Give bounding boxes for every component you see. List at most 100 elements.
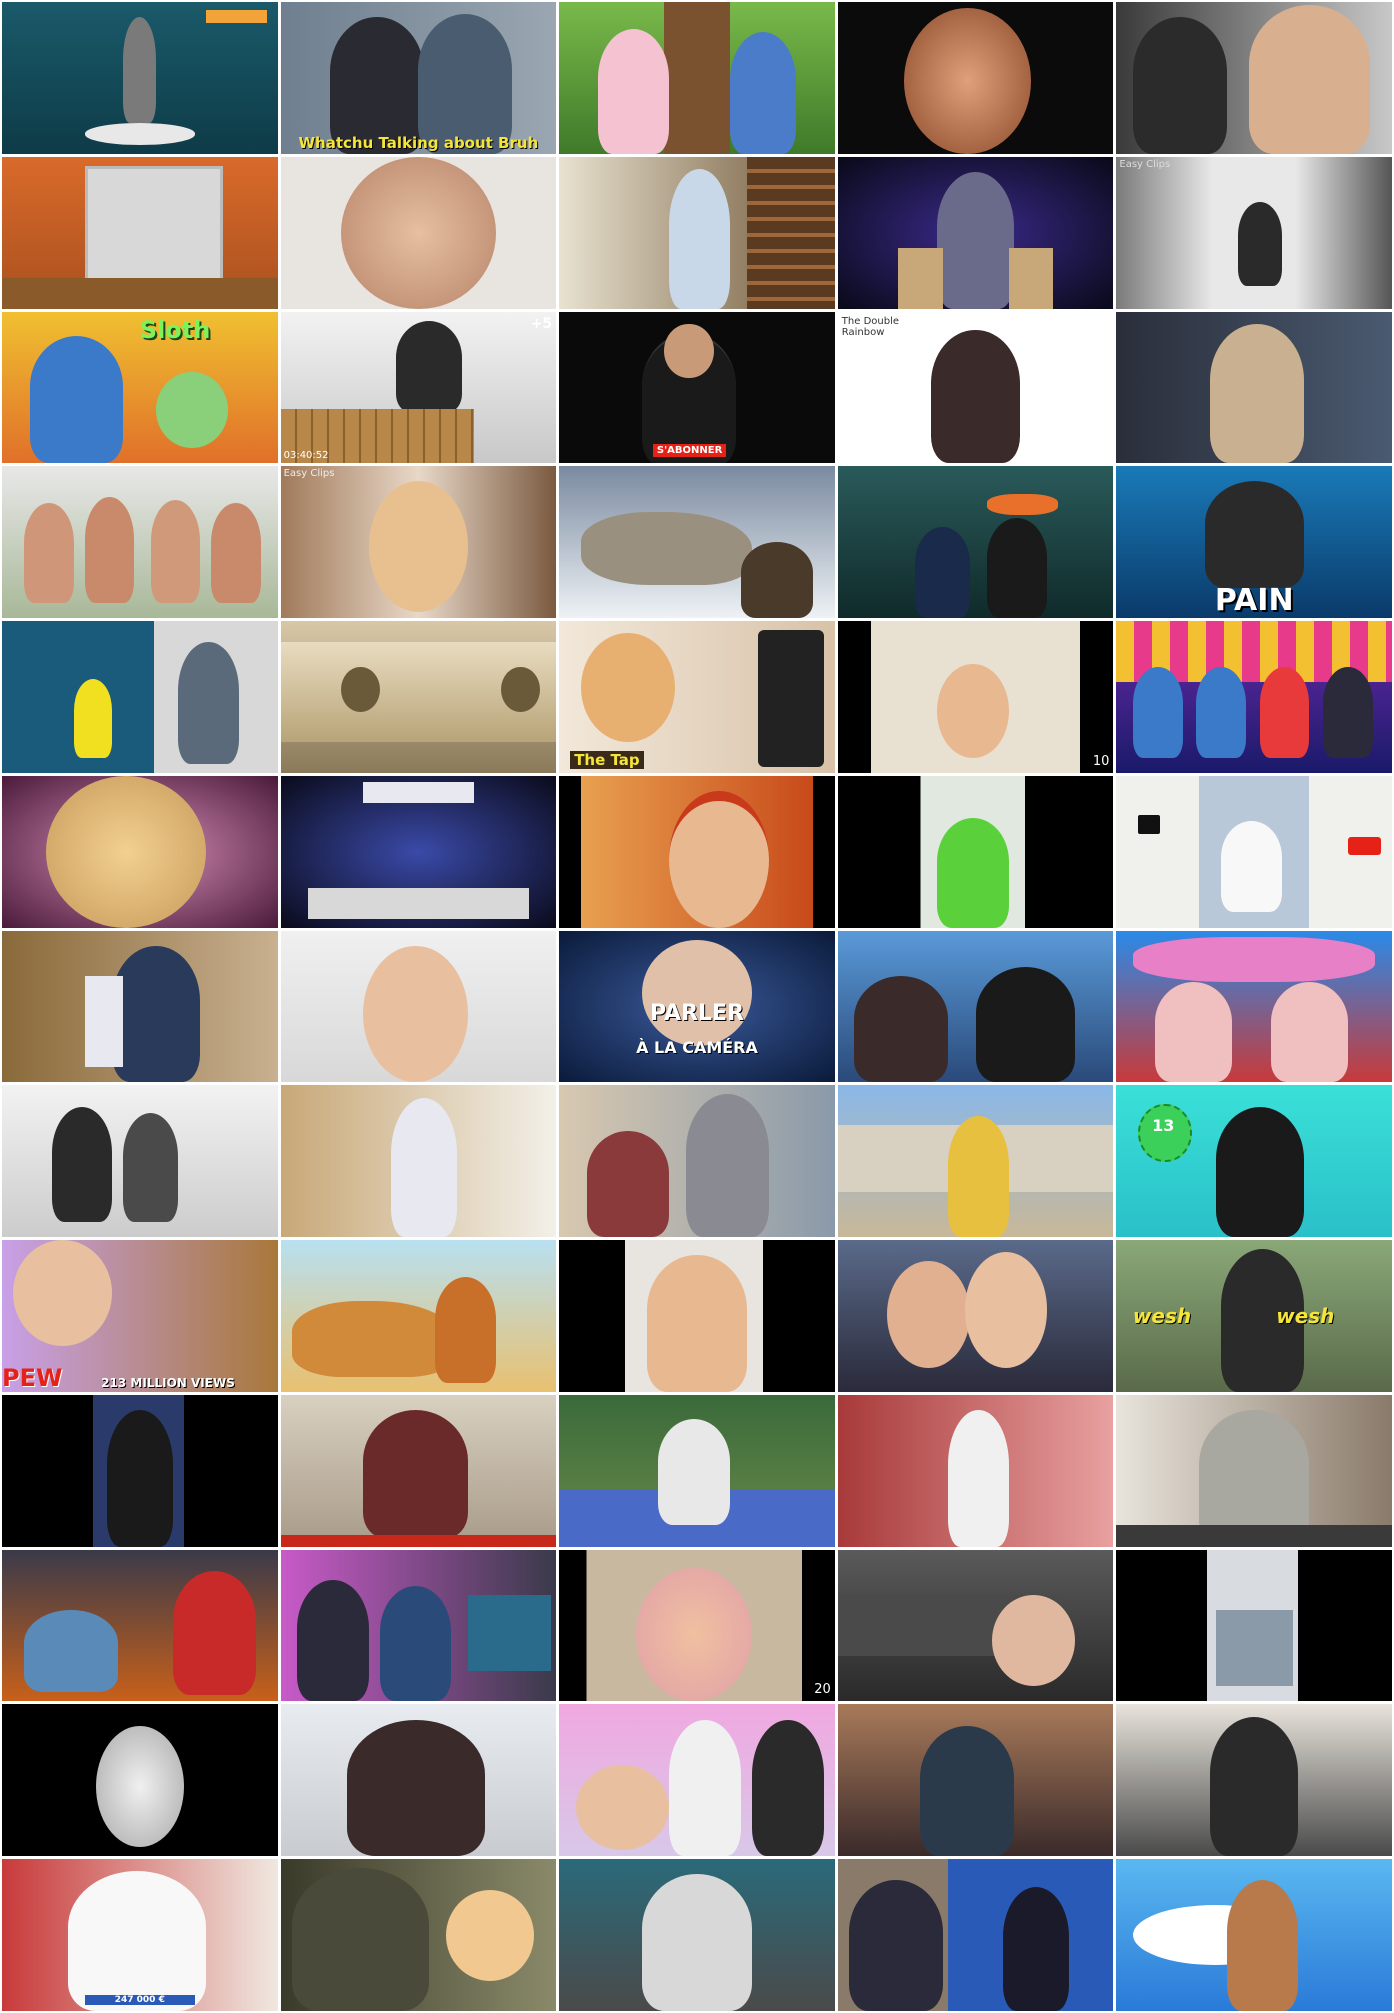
thumbnail-46[interactable] xyxy=(2,1394,278,1547)
person-figure xyxy=(211,502,262,603)
thumbnail-16[interactable] xyxy=(2,466,278,619)
thumbnail-40[interactable]: 13 xyxy=(1116,1085,1392,1238)
thumbnail-20[interactable]: PAIN xyxy=(1116,466,1392,619)
person-figure xyxy=(84,496,135,603)
thumbnail-10[interactable]: Easy Clips xyxy=(1116,156,1392,309)
thumbnail-25[interactable] xyxy=(1116,621,1392,773)
thumbnail-11[interactable]: Sloth xyxy=(2,311,278,464)
person-figure xyxy=(914,527,971,619)
thumbnail-48[interactable] xyxy=(559,1394,835,1547)
person-figure xyxy=(1210,1716,1299,1857)
person-figure xyxy=(1270,982,1348,1083)
thumbnail-62[interactable] xyxy=(280,1859,557,2011)
thumbnail-30[interactable] xyxy=(1116,775,1392,928)
thumbnail-53[interactable]: 20 xyxy=(559,1549,835,1702)
thumbnail-42[interactable] xyxy=(280,1240,557,1392)
video-thumbnail-grid: Whatchu Talking about Bruh Easy Clips Sl… xyxy=(0,0,1394,2013)
thumbnail-39[interactable] xyxy=(837,1085,1114,1238)
book-stack xyxy=(1008,247,1053,309)
thumbnail-14[interactable]: The Double Rainbow xyxy=(837,311,1114,464)
thumbnail-50[interactable] xyxy=(1116,1394,1392,1547)
thumbnail-33[interactable]: PARLER À LA CAMÉRA xyxy=(559,930,835,1083)
thumbnail-51[interactable] xyxy=(2,1549,278,1702)
thumbnail-19[interactable] xyxy=(837,466,1114,619)
person-figure xyxy=(658,1419,731,1526)
thumbnail-15[interactable] xyxy=(1116,311,1392,464)
thumbnail-6[interactable] xyxy=(2,156,278,309)
tiktok-icon xyxy=(1138,815,1161,834)
thumbnail-7[interactable] xyxy=(280,156,557,309)
thumbnail-47[interactable] xyxy=(280,1394,557,1547)
person-figure xyxy=(1248,5,1370,154)
thumbnail-58[interactable] xyxy=(559,1704,835,1857)
cartoon-figure xyxy=(597,29,670,154)
thumbnail-65[interactable] xyxy=(1116,1859,1392,2011)
thumbnail-26[interactable] xyxy=(2,775,278,928)
caption-text: PEW xyxy=(2,1363,63,1392)
thumbnail-13[interactable]: S'ABONNER xyxy=(559,311,835,464)
thumbnail-37[interactable] xyxy=(280,1085,557,1238)
game-character xyxy=(24,1610,118,1693)
thumbnail-1[interactable] xyxy=(2,2,278,154)
thumbnail-12[interactable]: +5 03:40:52 xyxy=(280,311,557,464)
knob xyxy=(501,666,540,713)
thumbnail-9[interactable] xyxy=(837,156,1114,309)
thumbnail-36[interactable] xyxy=(2,1085,278,1238)
face xyxy=(341,156,496,309)
thumbnail-41[interactable]: PEW 213 MILLION VIEWS xyxy=(2,1240,278,1392)
logo-badge xyxy=(205,9,267,24)
thumbnail-5[interactable] xyxy=(1116,2,1392,154)
watermark-text: Easy Clips xyxy=(1119,158,1171,170)
thumbnail-43[interactable] xyxy=(559,1240,835,1392)
thumbnail-56[interactable] xyxy=(2,1704,278,1857)
counter-text: +5 xyxy=(530,315,553,332)
thumbnail-27[interactable] xyxy=(280,775,557,928)
person-figure xyxy=(29,335,124,464)
caption-line-2: À LA CAMÉRA xyxy=(636,1037,758,1057)
thumbnail-34[interactable] xyxy=(837,930,1114,1083)
thumbnail-29[interactable] xyxy=(837,775,1114,928)
counter-text: 20 xyxy=(814,1682,831,1698)
thumbnail-64[interactable] xyxy=(837,1859,1114,2011)
thumbnail-4[interactable] xyxy=(837,2,1114,154)
floor xyxy=(2,278,278,309)
thumbnail-59[interactable] xyxy=(837,1704,1114,1857)
cartoon-figure xyxy=(434,1276,496,1383)
counter-text: 10 xyxy=(1092,753,1110,769)
thumbnail-61[interactable]: 247 000 € xyxy=(2,1859,278,2011)
thumbnail-28[interactable] xyxy=(559,775,835,928)
wolf xyxy=(581,511,753,585)
person-figure xyxy=(986,517,1048,619)
thumbnail-32[interactable] xyxy=(280,930,557,1083)
knob xyxy=(341,666,380,713)
person-figure xyxy=(948,1115,1009,1238)
thumbnail-22[interactable] xyxy=(280,621,557,773)
thumbnail-3[interactable] xyxy=(559,2,835,154)
thumbnail-24[interactable]: 10 xyxy=(837,621,1114,773)
person-figure xyxy=(123,17,157,124)
thumbnail-52[interactable] xyxy=(280,1549,557,1702)
thumbnail-63[interactable] xyxy=(559,1859,835,2011)
person-figure xyxy=(106,1410,173,1547)
thumbnail-44[interactable] xyxy=(837,1240,1114,1392)
thumbnail-8[interactable] xyxy=(559,156,835,309)
person-figure xyxy=(854,976,949,1083)
person-figure xyxy=(1259,666,1310,758)
person-figure xyxy=(1196,666,1246,758)
thumbnail-35[interactable] xyxy=(1116,930,1392,1083)
thumbnail-31[interactable] xyxy=(2,930,278,1083)
thumbnail-55[interactable] xyxy=(1116,1549,1392,1702)
thumbnail-60[interactable] xyxy=(1116,1704,1392,1857)
thumbnail-38[interactable] xyxy=(559,1085,835,1238)
thumbnail-2[interactable]: Whatchu Talking about Bruh xyxy=(280,2,557,154)
thumbnail-23[interactable]: The Tap xyxy=(559,621,835,773)
thumbnail-18[interactable] xyxy=(559,466,835,619)
person-figure xyxy=(379,1586,452,1702)
thumbnail-17[interactable]: Easy Clips xyxy=(280,466,557,619)
thumbnail-21[interactable] xyxy=(2,621,278,773)
thumbnail-57[interactable] xyxy=(280,1704,557,1857)
thumbnail-49[interactable] xyxy=(837,1394,1114,1547)
person-figure xyxy=(1215,1106,1304,1238)
thumbnail-54[interactable] xyxy=(837,1549,1114,1702)
thumbnail-45[interactable]: wesh wesh xyxy=(1116,1240,1392,1392)
